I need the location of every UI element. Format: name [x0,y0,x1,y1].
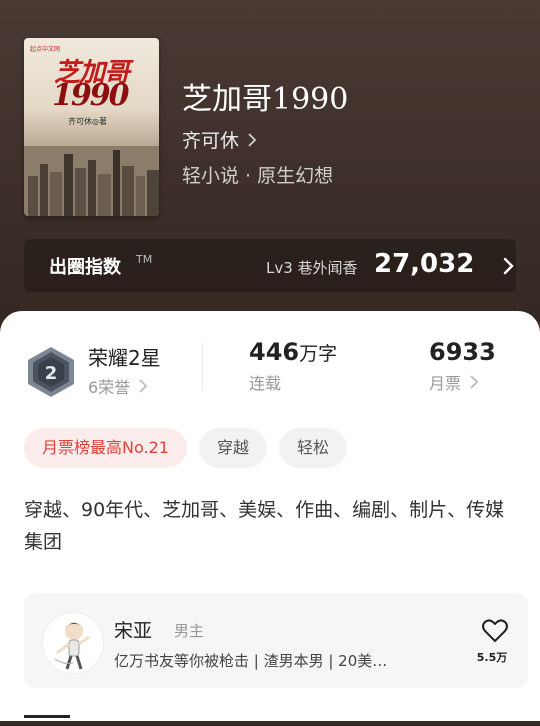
honor-link[interactable]: 6荣誉 [88,374,148,398]
cover-title-line2: 1990 [52,78,129,113]
stat-divider [202,343,203,391]
influence-level: Lv3 巷外闻香 [266,259,358,277]
chevron-right-icon [139,379,148,393]
influence-index-bar[interactable]: 出圈指数 TM Lv3 巷外闻香 27,032 [24,239,516,292]
tag-ranking[interactable]: 月票榜最高No.21 [24,428,187,468]
book-cover[interactable]: 起点中文网 芝加哥 1990 齐可休◎著 [24,38,159,216]
tag-list: 月票榜最高No.21 穿越 轻松 [24,428,347,468]
character-role: 男主 [174,622,205,640]
author-link[interactable]: 齐可休 [182,126,257,153]
honor-badge-number: 2 [45,363,58,384]
character-like-button[interactable]: 5.5万 [477,619,510,665]
heart-icon [482,619,508,642]
character-avatar-image [43,613,103,673]
character-like-count: 5.5万 [476,651,508,664]
author-name: 齐可休 [182,130,240,152]
character-description: 亿万书友等你被枪击 | 渣男本男 | 20美… [114,652,388,670]
tag-item[interactable]: 穿越 [198,428,267,468]
honor-count: 6荣誉 [88,378,131,397]
word-count-unit: 万字 [299,343,338,365]
book-info-card: 2 荣耀2星 6荣誉 446万字 连载 6933 月票 月票榜最高No.21 穿… [0,311,540,721]
monthly-ticket-label: 月票 [429,374,462,393]
character-card[interactable]: 宋亚 男主 亿万书友等你被枪击 | 渣男本男 | 20美… 5.5万 [24,593,528,688]
monthly-ticket-value: 6933 [429,338,496,366]
word-count-value: 446 [249,338,300,366]
serial-status: 连载 [249,374,282,393]
cover-author: 齐可休◎著 [68,117,107,126]
trademark-mark: TM [136,253,153,266]
honor-badge-icon[interactable]: 2 [26,346,76,398]
chevron-right-icon [470,375,479,389]
book-title: 芝加哥1990 [182,82,349,117]
cover-skyline-image [24,146,159,216]
chevron-right-icon [503,257,514,275]
monthly-ticket-stat[interactable]: 6933 月票 [429,338,496,394]
influence-label: 出圈指数 [49,257,121,278]
chevron-right-icon [248,132,257,147]
honor-title: 荣耀2星 [88,346,161,370]
tag-item[interactable]: 轻松 [278,428,347,468]
book-genre: 轻小说 · 原生幻想 [182,165,334,187]
character-name: 宋亚 [114,620,153,642]
influence-score: 27,032 [374,249,475,279]
word-count-stat: 446万字 连载 [249,338,337,394]
character-avatar [42,612,104,674]
book-keywords: 穿越、90年代、芝加哥、美娱、作曲、编剧、制片、传媒集团 [24,499,505,553]
